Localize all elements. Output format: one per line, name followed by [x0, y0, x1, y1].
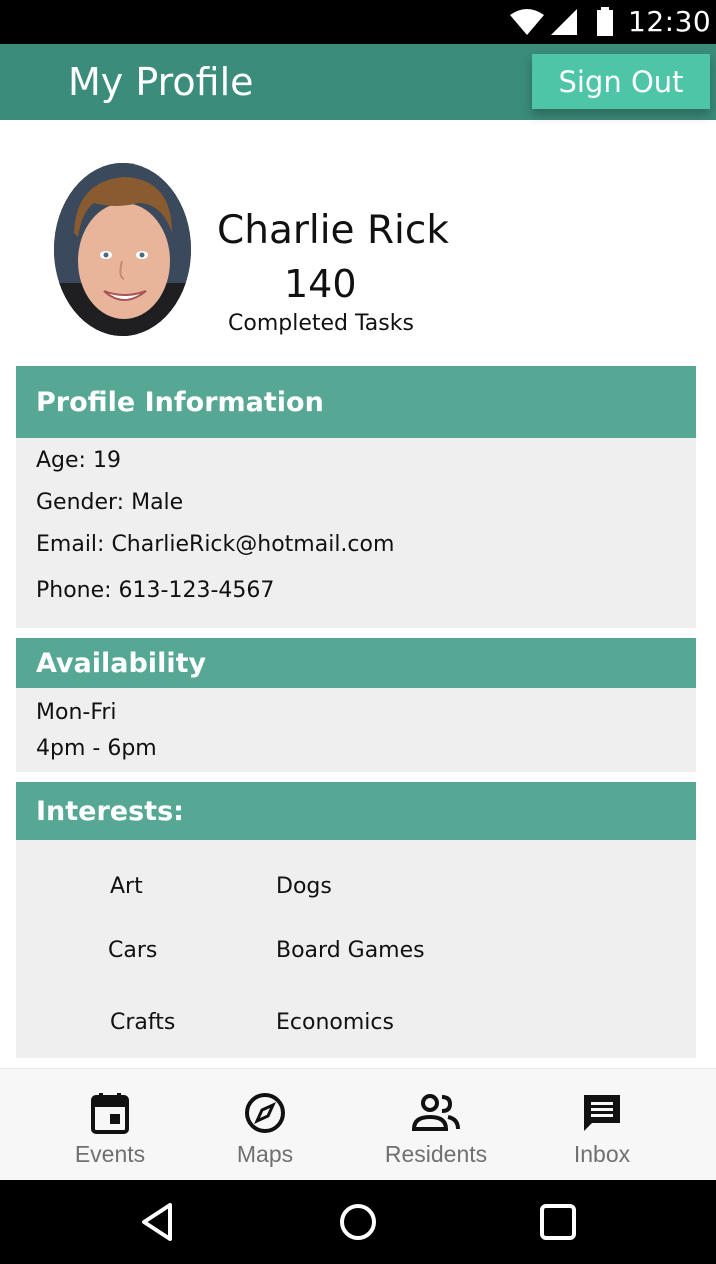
completed-tasks-label: Completed Tasks	[228, 311, 414, 336]
nav-maps[interactable]: Maps	[215, 1069, 315, 1181]
signal-icon	[550, 8, 578, 41]
app-bar: My Profile Sign Out	[0, 44, 716, 120]
availability-header: Availability	[16, 638, 696, 688]
interests-body: Art Dogs Cars Board Games Crafts Economi…	[16, 840, 696, 1058]
clock-time: 12:30	[628, 5, 712, 38]
profile-info-body: Age: 19 Gender: Male Email: CharlieRick@…	[16, 438, 696, 628]
compass-icon	[244, 1091, 286, 1135]
battery-icon	[596, 7, 614, 42]
nav-residents-label: Residents	[384, 1141, 488, 1167]
interests-header: Interests:	[16, 782, 696, 840]
calendar-icon	[90, 1091, 130, 1135]
interest-item: Economics	[276, 1010, 394, 1035]
availability-body: Mon-Fri 4pm - 6pm	[16, 688, 696, 772]
back-icon[interactable]	[130, 1180, 186, 1264]
interest-item: Board Games	[276, 938, 425, 963]
phone-text: Phone: 613-123-4567	[36, 578, 275, 603]
system-navigation-bar	[0, 1180, 716, 1264]
interest-item: Crafts	[110, 1010, 176, 1035]
interest-item: Cars	[108, 938, 158, 963]
page-title: My Profile	[68, 60, 254, 104]
nav-inbox[interactable]: Inbox	[552, 1069, 652, 1181]
nav-events[interactable]: Events	[60, 1069, 160, 1181]
nav-residents[interactable]: Residents	[376, 1069, 496, 1181]
nav-maps-label: Maps	[236, 1141, 294, 1167]
recents-icon[interactable]	[530, 1180, 586, 1264]
avatar	[54, 163, 191, 336]
wifi-icon	[509, 8, 545, 41]
profile-name: Charlie Rick	[217, 208, 449, 253]
nav-inbox-label: Inbox	[573, 1141, 631, 1167]
profile-info-header: Profile Information	[16, 366, 696, 438]
interest-item: Dogs	[276, 874, 332, 899]
availability-hours: 4pm - 6pm	[36, 736, 157, 761]
people-icon	[412, 1091, 460, 1135]
gender-text: Gender: Male	[36, 490, 184, 515]
availability-days: Mon-Fri	[36, 700, 117, 725]
age-text: Age: 19	[36, 448, 121, 473]
nav-events-label: Events	[74, 1141, 146, 1167]
completed-tasks-count: 140	[284, 262, 357, 306]
email-text: Email: CharlieRick@hotmail.com	[36, 532, 395, 557]
home-icon[interactable]	[330, 1180, 386, 1264]
interest-item: Art	[110, 874, 143, 899]
status-bar: 12:30	[0, 0, 716, 44]
message-icon	[581, 1091, 623, 1135]
bottom-navigation: Events Maps Residents Inbox	[0, 1068, 716, 1180]
sign-out-button[interactable]: Sign Out	[532, 54, 710, 109]
